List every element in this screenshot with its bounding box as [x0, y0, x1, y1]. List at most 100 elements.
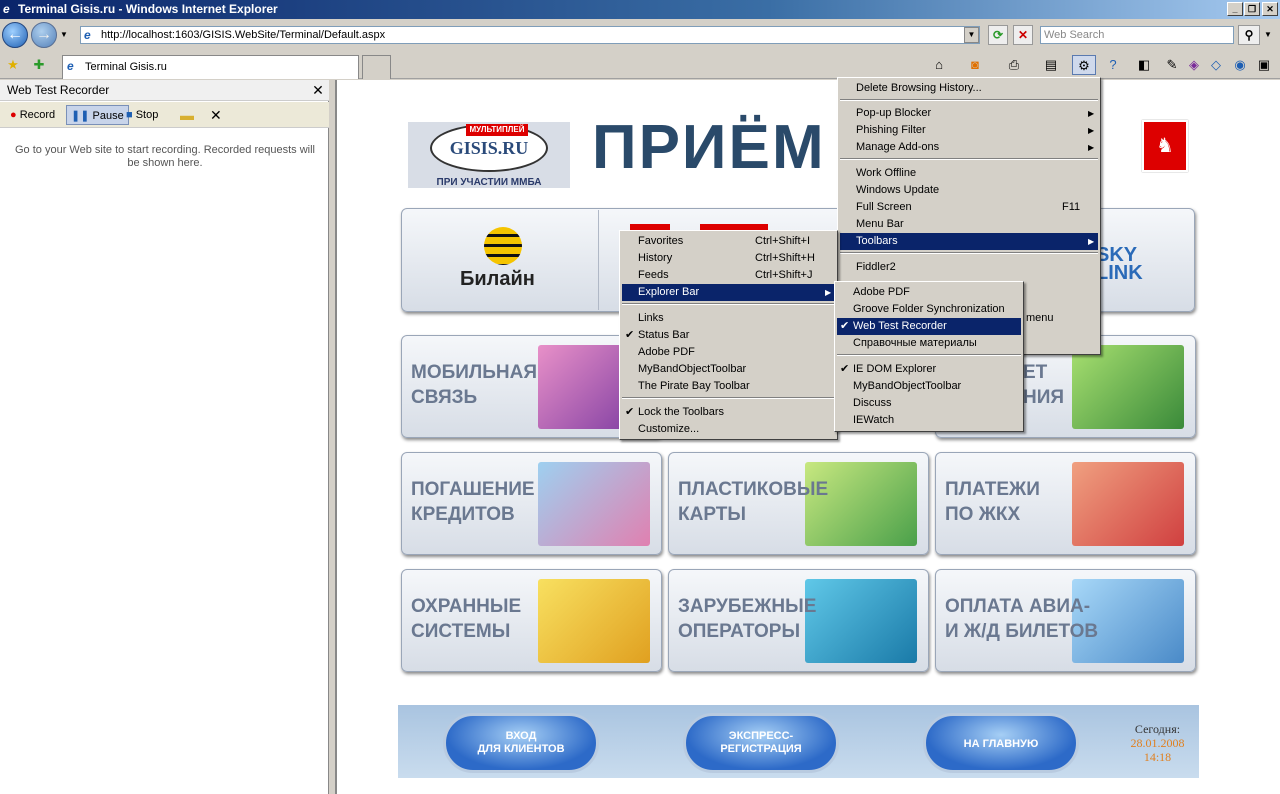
menu-status-bar[interactable]: ✔ Status Bar	[622, 327, 835, 344]
menu-phishing-filter[interactable]: Phishing Filter ▶	[840, 122, 1098, 139]
menu-separator	[840, 252, 1098, 254]
recent-pages-dropdown-icon[interactable]: ▼	[60, 30, 68, 39]
menu-mybandobject[interactable]: MyBandObjectToolbar	[622, 361, 835, 378]
menu-label: Status Bar	[638, 329, 690, 341]
back-icon[interactable]: ←	[2, 22, 28, 48]
submenu-arrow-icon: ▶	[1088, 109, 1095, 118]
refresh-icon[interactable]: ⟳	[988, 25, 1008, 45]
tile-foreign-image	[805, 579, 917, 663]
add-favorites-icon[interactable]: ✚	[30, 55, 48, 75]
tile-utilities-image	[1072, 462, 1184, 546]
print-icon[interactable]: ⎙	[1005, 55, 1023, 75]
menu-pirate-bay-toolbar[interactable]: The Pirate Bay Toolbar	[622, 378, 835, 395]
close-button[interactable]: ✕	[1262, 2, 1278, 16]
tile-credits-image	[538, 462, 650, 546]
stop-icon[interactable]: ✕	[1013, 25, 1033, 45]
menu-label: Work Offline	[856, 167, 917, 179]
toolbar-addon-icon-6[interactable]: ▣	[1256, 55, 1272, 75]
tools-gear-icon[interactable]: ⚙	[1072, 55, 1096, 75]
explorer-bar-submenu: Adobe PDF Groove Folder Synchronization …	[834, 281, 1024, 432]
recorder-close-icon[interactable]: ✕	[310, 82, 326, 98]
menu-full-screen[interactable]: Full Screen F11	[840, 199, 1098, 216]
menu-popup-blocker[interactable]: Pop-up Blocker ▶	[840, 105, 1098, 122]
delete-icon[interactable]: ✕	[206, 105, 226, 125]
toolbar-addon-icon-4[interactable]: ◇	[1208, 55, 1224, 75]
today-label: Сегодня:	[1134, 722, 1181, 736]
stop-square-icon: ■	[126, 109, 133, 121]
home-page-button[interactable]: НА ГЛАВНУЮ	[923, 713, 1079, 773]
menu-label: Web Test Recorder	[853, 320, 947, 332]
checkmark-icon: ✔	[840, 363, 850, 375]
checkmark-icon: ✔	[840, 320, 850, 332]
stop-label: Stop	[135, 109, 159, 121]
beeline-logo-icon[interactable]	[484, 227, 522, 265]
menu-explorer-bar[interactable]: Explorer Bar ▶	[622, 284, 835, 301]
menu-menu-bar[interactable]: Menu Bar	[840, 216, 1098, 233]
submenu-iewatch[interactable]: IEWatch	[837, 412, 1021, 429]
menu-links[interactable]: Links	[622, 310, 835, 327]
favorites-star-icon[interactable]: ★	[4, 55, 22, 75]
new-tab-button[interactable]	[362, 55, 391, 79]
forward-icon[interactable]: →	[31, 22, 57, 48]
toolbar-addon-icon-2[interactable]: ✎	[1164, 55, 1180, 75]
menu-favorites[interactable]: Favorites Ctrl+Shift+I	[622, 233, 835, 250]
toolbar-addon-icon-3[interactable]: ◈	[1186, 55, 1202, 75]
menu-label: Manage Add-ons	[856, 141, 940, 153]
menu-toolbars[interactable]: Toolbars ▶	[840, 233, 1098, 250]
menu-separator	[622, 397, 835, 399]
menu-adobe-pdf[interactable]: Adobe PDF	[622, 344, 835, 361]
menu-fiddler2[interactable]: Fiddler2	[840, 259, 1098, 276]
tab-terminal[interactable]: Terminal Gisis.ru	[62, 55, 359, 79]
menu-lock-toolbars[interactable]: ✔ Lock the Toolbars	[622, 404, 835, 421]
menu-history[interactable]: History Ctrl+Shift+H	[622, 250, 835, 267]
tab-page-icon: e	[67, 59, 74, 73]
record-button[interactable]: ● Record	[6, 105, 59, 125]
search-options-icon[interactable]: ▼	[1264, 30, 1272, 39]
window-title: Terminal Gisis.ru - Windows Internet Exp…	[0, 0, 1280, 19]
today-time: 14:18	[1143, 750, 1172, 764]
menu-shortcut: Ctrl+Shift+J	[755, 269, 813, 281]
menu-label: Pop-up Blocker	[856, 107, 932, 119]
page-menu-icon[interactable]: ▤	[1042, 55, 1060, 75]
toolbar-addon-icon-5[interactable]: ◉	[1232, 55, 1248, 75]
feeds-icon[interactable]: ◙	[966, 55, 984, 75]
folder-icon[interactable]: ▬	[176, 105, 198, 125]
help-icon[interactable]: ?	[1104, 55, 1122, 75]
menu-manage-addons[interactable]: Manage Add-ons ▶	[840, 139, 1098, 156]
tile-internet-label: ЕТ НИЯ	[1023, 362, 1065, 408]
pause-icon: ❚❚	[71, 110, 90, 122]
menu-label: menu	[1026, 312, 1054, 324]
menu-label: Lock the Toolbars	[638, 406, 725, 418]
minimize-button[interactable]: _	[1227, 2, 1243, 16]
menu-feeds[interactable]: Feeds Ctrl+Shift+J	[622, 267, 835, 284]
menu-delete-history[interactable]: Delete Browsing History...	[840, 80, 1098, 97]
tile-security-image	[538, 579, 650, 663]
pause-button[interactable]: ❚❚ Pause	[66, 105, 129, 125]
submenu-mybandobject[interactable]: MyBandObjectToolbar	[837, 378, 1021, 395]
login-button[interactable]: ВХОД ДЛЯ КЛИЕНТОВ	[443, 713, 599, 773]
menu-work-offline[interactable]: Work Offline	[840, 165, 1098, 182]
moscow-coat-of-arms-icon: ♞	[1142, 120, 1188, 172]
menu-shortcut: Ctrl+Shift+H	[755, 252, 815, 264]
express-registration-button[interactable]: ЭКСПРЕСС- РЕГИСТРАЦИЯ	[683, 713, 839, 773]
submenu-discuss[interactable]: Discuss	[837, 395, 1021, 412]
toolbar-addon-icon-1[interactable]: ◧	[1136, 55, 1152, 75]
submenu-adobe-pdf[interactable]: Adobe PDF	[837, 284, 1021, 301]
menu-windows-update[interactable]: Windows Update	[840, 182, 1098, 199]
stop-button[interactable]: ■ Stop	[122, 105, 162, 125]
submenu-reference-materials[interactable]: Справочные материалы	[837, 335, 1021, 352]
menu-shortcut: F11	[1062, 201, 1081, 213]
submenu-arrow-icon: ▶	[1088, 126, 1095, 135]
address-input[interactable]: http://localhost:1603/GISIS.WebSite/Term…	[80, 26, 980, 44]
submenu-ie-dom-explorer[interactable]: ✔ IE DOM Explorer	[837, 361, 1021, 378]
search-icon[interactable]: ⚲	[1238, 25, 1260, 45]
submenu-web-test-recorder[interactable]: ✔ Web Test Recorder	[837, 318, 1021, 335]
search-input[interactable]: Web Search	[1040, 26, 1234, 44]
submenu-groove-sync[interactable]: Groove Folder Synchronization	[837, 301, 1021, 318]
skylink-label: SKY LINK	[1096, 244, 1143, 284]
menu-label: Menu Bar	[856, 218, 904, 230]
maximize-button[interactable]: ❐	[1244, 2, 1260, 16]
home-icon[interactable]: ⌂	[930, 55, 948, 75]
address-dropdown-icon[interactable]: ▼	[964, 27, 979, 43]
menu-customize[interactable]: Customize...	[622, 421, 835, 438]
